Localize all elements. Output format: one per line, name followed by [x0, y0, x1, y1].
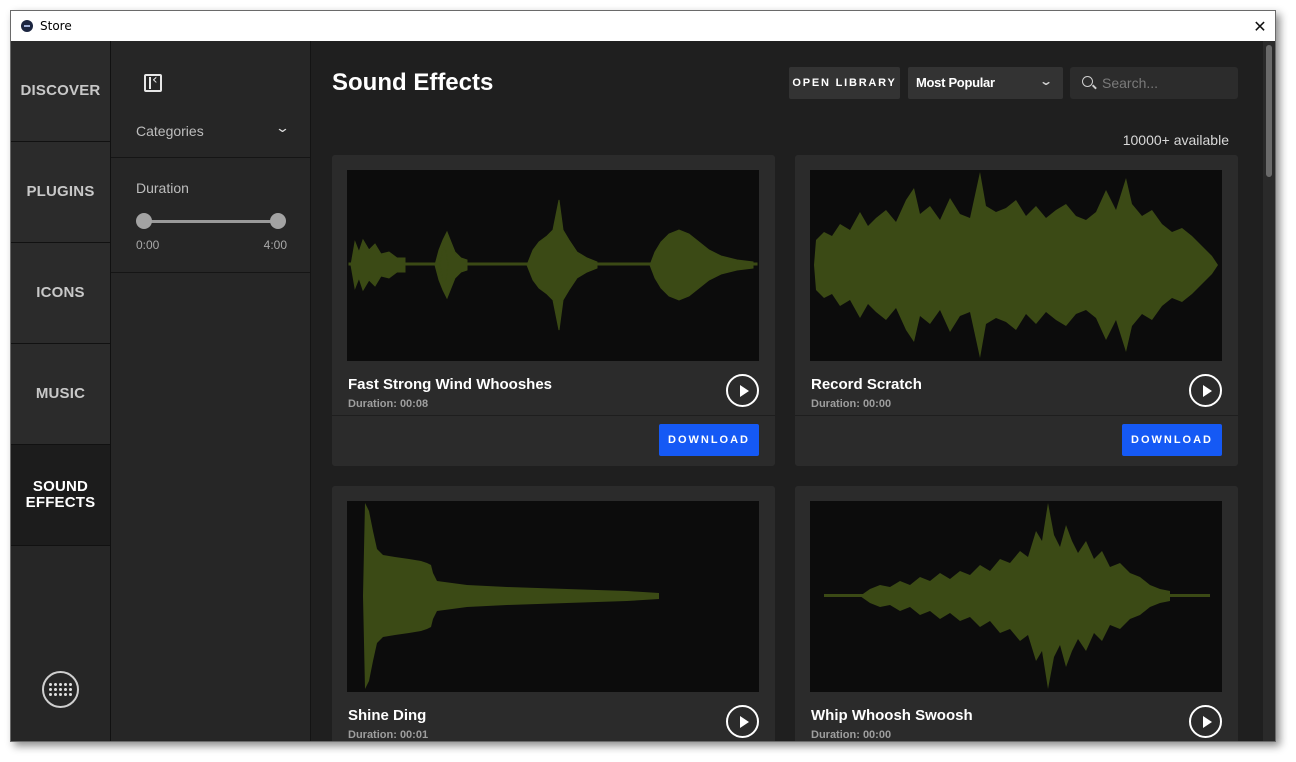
page-title: Sound Effects [332, 69, 494, 96]
nav-item-plugins[interactable]: PLUGINS [11, 142, 110, 243]
collapse-panel-icon[interactable] [144, 72, 162, 92]
sound-title: Record Scratch [811, 376, 922, 393]
play-icon[interactable] [726, 705, 759, 738]
nav-item-sound-effects[interactable]: SOUND EFFECTS [11, 445, 110, 546]
filter-panel: Categories ⌄ Duration 0:00 4:00 [111, 41, 311, 741]
play-icon[interactable] [1189, 374, 1222, 407]
play-icon[interactable] [1189, 705, 1222, 738]
scrollbar-thumb[interactable] [1266, 45, 1272, 177]
waveform-preview[interactable] [347, 501, 759, 692]
sound-card: Fast Strong Wind Whooshes Duration: 00:0… [332, 155, 775, 466]
sort-select[interactable]: Most Popular ⌄ [908, 67, 1063, 99]
chevron-down-icon: ⌄ [274, 121, 291, 136]
duration-filter: Duration 0:00 4:00 [111, 158, 310, 273]
sound-title: Shine Ding [348, 707, 427, 724]
waveform-preview[interactable] [347, 170, 759, 361]
chevron-down-icon: ⌄ [1038, 74, 1054, 88]
sound-title: Whip Whoosh Swoosh [811, 707, 973, 724]
search-icon [1082, 76, 1093, 87]
sound-title: Fast Strong Wind Whooshes [348, 376, 553, 393]
duration-label: Duration [136, 180, 189, 196]
card-divider [332, 415, 775, 416]
waveform-graphic [814, 172, 1218, 358]
categories-dropdown[interactable]: Categories ⌄ [111, 111, 310, 158]
duration-min-value: 0:00 [136, 238, 160, 252]
available-count: 10000+ available [1122, 132, 1229, 148]
categories-label: Categories [136, 123, 204, 139]
sort-selected-value: Most Popular [916, 75, 995, 90]
duration-slider-track[interactable] [144, 220, 278, 223]
nav-item-music[interactable]: MUSIC [11, 344, 110, 445]
waveform-graphic [824, 503, 1210, 689]
sound-duration: Duration: 00:00 [811, 398, 892, 410]
card-divider [795, 415, 1238, 416]
nav-item-icons[interactable]: ICONS [11, 243, 110, 344]
search-box[interactable] [1070, 67, 1238, 99]
waveform-preview[interactable] [810, 501, 1222, 692]
main-nav: DISCOVER PLUGINS ICONS MUSIC SOUND EFFEC… [11, 41, 111, 741]
download-button[interactable]: DOWNLOAD [1122, 424, 1222, 456]
duration-slider-max-handle[interactable] [270, 213, 286, 229]
waveform-graphic [363, 503, 659, 689]
duration-max-value: 4:00 [263, 238, 287, 252]
main-content: Sound Effects OPEN LIBRARY Most Popular … [311, 41, 1265, 741]
sound-duration: Duration: 00:01 [348, 729, 429, 741]
sound-duration: Duration: 00:00 [811, 729, 892, 741]
sound-card: Whip Whoosh Swoosh Duration: 00:00 [795, 486, 1238, 741]
sound-duration: Duration: 00:08 [348, 398, 429, 410]
open-library-button[interactable]: OPEN LIBRARY [789, 67, 900, 99]
play-icon[interactable] [726, 374, 759, 407]
duration-slider-min-handle[interactable] [136, 213, 152, 229]
waveform-graphic [348, 199, 758, 331]
title-bar: Store ✕ [11, 11, 1275, 41]
close-icon[interactable]: ✕ [1245, 11, 1275, 41]
app-logo-icon [21, 20, 33, 32]
sound-card: Record Scratch Duration: 00:00 DOWNLOAD [795, 155, 1238, 466]
sound-card: Shine Ding Duration: 00:01 [332, 486, 775, 741]
waveform-preview[interactable] [810, 170, 1222, 361]
download-button[interactable]: DOWNLOAD [659, 424, 759, 456]
nav-item-discover[interactable]: DISCOVER [11, 41, 110, 142]
window-title: Store [40, 19, 72, 33]
search-input[interactable] [1102, 73, 1228, 93]
apps-grid-icon[interactable] [42, 671, 79, 708]
vertical-scrollbar[interactable] [1263, 41, 1275, 741]
store-window: Store ✕ DISCOVER PLUGINS ICONS MUSIC SOU… [10, 10, 1276, 742]
